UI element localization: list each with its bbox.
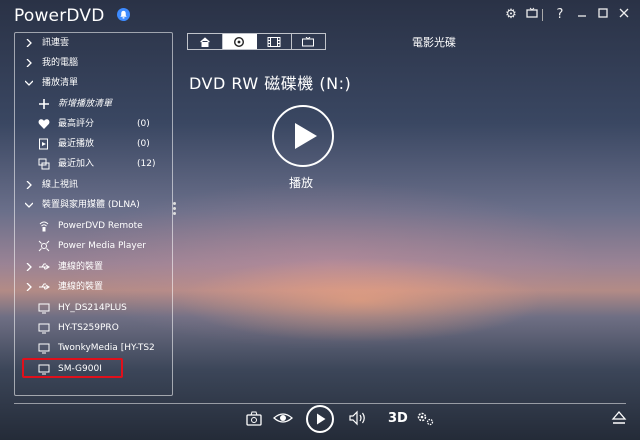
sidebar-item-twonkymedia[interactable]: TwonkyMedia [HY-TS2 [15,339,172,357]
title-bar: PowerDVD ⚙ ? [0,0,640,32]
tv-icon [302,36,315,46]
chevron-right-icon[interactable] [25,176,33,194]
sidebar-item-label: 裝置與家用媒體 (DLNA) [42,200,140,210]
remote-icon [38,220,50,232]
sidebar-item-label: 訊連雲 [42,38,70,48]
sidebar-item-playlists[interactable]: 播放清單 [15,74,172,92]
item-count: (12) [137,159,156,169]
sidebar-item-recently-added[interactable]: 最近加入 (12) [15,155,172,173]
settings-icon[interactable]: ⚙ [503,7,519,23]
eye-icon[interactable] [272,408,294,430]
sidebar-item-hy-ts259pro[interactable]: HY-TS259PRO [15,319,172,337]
media-tabs [187,33,326,50]
sidebar-item-connected-device-2[interactable]: 連線的裝置 [15,278,172,296]
close-icon[interactable] [616,7,632,23]
chevron-down-icon[interactable] [24,196,34,214]
disc-title: DVD RW 磁碟機 (N:) [189,74,352,93]
item-count: (0) [137,119,150,129]
home-icon [199,36,210,47]
section-title: 電影光碟 [412,36,456,49]
play-icon [317,413,326,425]
panel-resize-handle[interactable] [173,202,177,218]
chevron-right-icon[interactable] [25,278,33,296]
monitor-icon [38,302,50,314]
sidebar-item-powerdvd-remote[interactable]: PowerDVD Remote [15,217,172,235]
tab-home[interactable] [188,34,223,49]
sidebar-item-label: Power Media Player [58,241,146,251]
sidebar-item-label: 最近加入 [58,159,95,169]
eject-icon[interactable] [610,408,632,430]
sidebar: 訊連雲 我的電腦 播放清單 新增播放清單 最高評分 (0) 最近播放 (0) 最… [14,32,173,396]
chevron-right-icon[interactable] [25,54,33,72]
sidebar-item-label: TwonkyMedia [HY-TS2 [58,343,155,353]
sidebar-item-label: 我的電腦 [42,58,79,68]
sidebar-item-label: 連線的裝置 [58,262,104,272]
sidebar-item-label: 最高評分 [58,119,95,129]
play-button[interactable] [272,105,334,167]
monitor-icon [38,342,50,354]
chevron-down-icon[interactable] [24,74,34,92]
chevron-right-icon[interactable] [25,258,33,276]
sidebar-item-label: 連線的裝置 [58,282,104,292]
sidebar-item-label: 最近播放 [58,139,95,149]
sidebar-item-hy-ds214plus[interactable]: HY_DS214PLUS [15,299,172,317]
tab-disc[interactable] [222,34,257,49]
video-settings-icon[interactable] [414,408,436,430]
sidebar-item-dlna[interactable]: 裝置與家用媒體 (DLNA) [15,196,172,214]
film-icon [267,36,281,47]
sidebar-item-new-playlist[interactable]: 新增播放清單 [15,95,172,113]
monitor-icon [38,322,50,334]
sidebar-item-label: 播放清單 [42,78,79,88]
notification-icon[interactable] [117,8,130,21]
sidebar-item-top-rated[interactable]: 最高評分 (0) [15,115,172,133]
sidebar-item-label: 新增播放清單 [58,99,113,109]
recent-play-icon [38,138,50,150]
item-count: (0) [137,139,150,149]
tab-tv[interactable] [292,34,326,49]
sidebar-item-connected-device-1[interactable]: 連線的裝置 [15,258,172,276]
recent-add-icon [38,158,50,170]
usb-icon [38,261,50,273]
tab-film[interactable] [257,34,292,49]
maximize-icon[interactable] [595,7,611,23]
sidebar-item-power-media-player[interactable]: Power Media Player [15,237,172,255]
sidebar-item-my-computer[interactable]: 我的電腦 [15,54,172,72]
play-label: 播放 [289,176,314,190]
tv-mode-icon[interactable] [524,7,540,23]
3d-button[interactable]: 3D [388,411,408,426]
sidebar-item-label: 線上視訊 [42,180,79,190]
play-icon [295,123,317,149]
help-icon[interactable]: ? [552,7,568,23]
disc-icon [234,36,245,47]
sidebar-item-label: HY_DS214PLUS [58,303,127,313]
sidebar-item-cloud[interactable]: 訊連雲 [15,34,172,52]
volume-icon[interactable] [347,408,369,430]
controls-divider [14,403,626,404]
heart-icon [38,118,50,130]
sidebar-item-recently-played[interactable]: 最近播放 (0) [15,135,172,153]
sidebar-item-label: PowerDVD Remote [58,221,143,231]
title-separator [542,9,543,21]
app-title: PowerDVD [14,6,105,26]
plus-icon [38,98,50,110]
play-pause-button[interactable] [306,405,334,433]
sidebar-item-online-video[interactable]: 線上視訊 [15,176,172,194]
sidebar-item-label: HY-TS259PRO [58,323,119,333]
usb-icon [38,281,50,293]
snapshot-icon[interactable] [244,408,266,430]
minimize-icon[interactable] [574,7,590,23]
chevron-right-icon[interactable] [25,34,33,52]
media-player-icon [38,240,50,252]
selection-highlight [22,358,123,378]
